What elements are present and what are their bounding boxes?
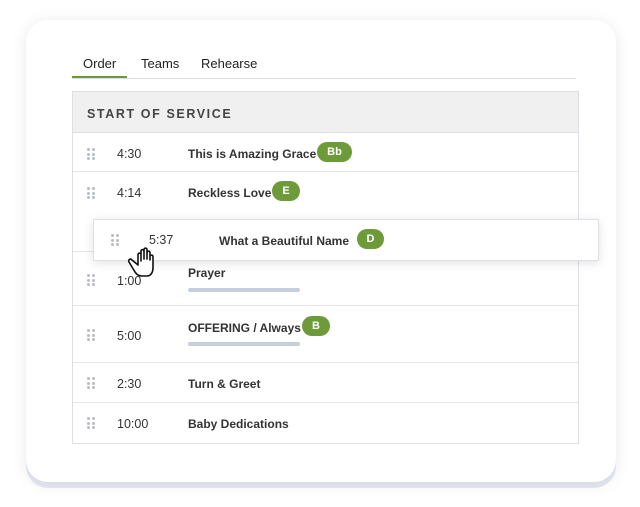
item-title[interactable]: Baby Dedications <box>188 417 289 431</box>
progress-bar <box>188 342 300 346</box>
item-time: 4:30 <box>117 147 142 161</box>
table-row[interactable]: 4:30 This is Amazing Grace Bb <box>73 133 578 172</box>
key-badge: D <box>357 229 384 249</box>
tab-order[interactable]: Order <box>83 56 116 71</box>
grip-dots-icon[interactable] <box>87 187 95 199</box>
item-time: 10:00 <box>117 417 149 431</box>
grip-dots-icon[interactable] <box>87 329 95 341</box>
item-time: 2:30 <box>117 377 142 391</box>
section-title: START OF SERVICE <box>87 107 233 121</box>
item-title[interactable]: Prayer <box>188 266 225 280</box>
grip-dots-icon[interactable] <box>87 377 95 389</box>
grip-dots-icon[interactable] <box>87 148 95 160</box>
tab-rehearse[interactable]: Rehearse <box>201 56 257 71</box>
item-title[interactable]: Turn & Greet <box>188 377 260 391</box>
item-title[interactable]: OFFERING / Always <box>188 321 301 335</box>
key-badge: B <box>302 316 330 336</box>
active-tab-indicator <box>72 76 127 78</box>
grip-dots-icon[interactable] <box>111 234 119 246</box>
table-row[interactable]: 5:00 OFFERING / Always B <box>73 306 578 363</box>
item-time: 5:00 <box>117 329 142 343</box>
tab-teams[interactable]: Teams <box>141 56 179 71</box>
item-title[interactable]: This is Amazing Grace <box>188 147 316 161</box>
grip-dots-icon[interactable] <box>87 417 95 429</box>
key-badge: Bb <box>317 142 352 162</box>
grip-dots-icon[interactable] <box>87 274 95 286</box>
dragged-row[interactable]: 5:37 What a Beautiful Name D <box>93 219 599 261</box>
key-badge: E <box>272 181 300 201</box>
item-time: 4:14 <box>117 186 142 200</box>
table-row[interactable]: 10:00 Baby Dedications <box>73 403 578 442</box>
progress-bar <box>188 288 300 292</box>
grab-hand-icon <box>127 247 154 277</box>
table-row[interactable]: 2:30 Turn & Greet <box>73 363 578 403</box>
section-header: START OF SERVICE <box>73 92 578 133</box>
item-title[interactable]: What a Beautiful Name <box>219 234 349 248</box>
tab-bar: Order Teams Rehearse <box>72 52 576 79</box>
item-title[interactable]: Reckless Love <box>188 186 271 200</box>
